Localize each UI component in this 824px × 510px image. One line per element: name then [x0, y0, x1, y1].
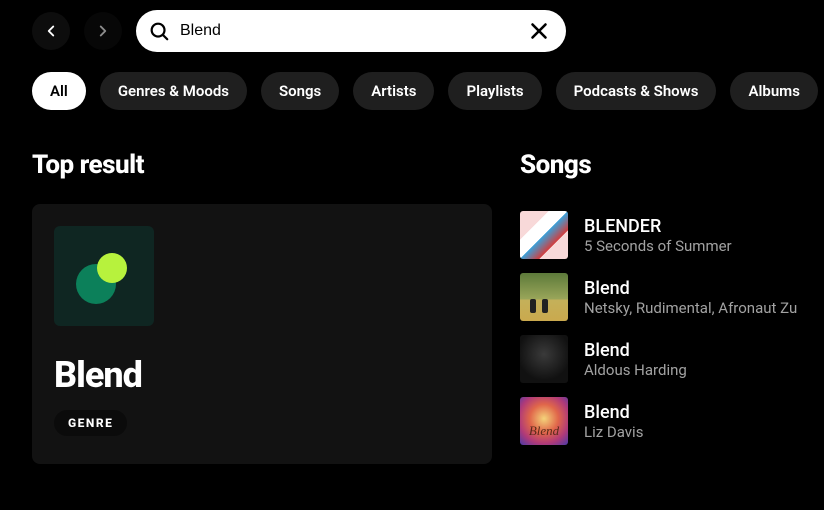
filter-chip-podcasts-shows[interactable]: Podcasts & Shows: [556, 72, 717, 110]
song-row[interactable]: Blend Blend Liz Davis: [520, 390, 824, 452]
song-title: Blend: [584, 402, 643, 423]
clear-search-icon[interactable]: [526, 18, 552, 44]
song-artwork: [520, 335, 568, 383]
top-result-card[interactable]: Blend GENRE: [32, 204, 492, 464]
song-artwork: [520, 273, 568, 321]
nav-forward-button[interactable]: [84, 12, 122, 50]
song-artist: Aldous Harding: [584, 361, 687, 379]
song-title: BLENDER: [584, 216, 732, 237]
song-artist: Liz Davis: [584, 423, 643, 441]
song-row[interactable]: Blend Netsky, Rudimental, Afronaut Zu: [520, 266, 824, 328]
song-artist: Netsky, Rudimental, Afronaut Zu: [584, 299, 797, 317]
top-result-heading: Top result: [32, 150, 492, 180]
top-result-tag: GENRE: [54, 410, 127, 436]
song-artwork: [520, 211, 568, 259]
chevron-right-icon: [94, 22, 112, 40]
song-artist: 5 Seconds of Summer: [584, 237, 732, 255]
song-row[interactable]: Blend Aldous Harding: [520, 328, 824, 390]
nav-back-button[interactable]: [32, 12, 70, 50]
filter-chip-all[interactable]: All: [32, 72, 86, 110]
top-result-artwork: [54, 226, 154, 326]
top-result-title: Blend: [54, 354, 470, 396]
song-artwork: Blend: [520, 397, 568, 445]
filter-chip-albums[interactable]: Albums: [730, 72, 817, 110]
filter-chip-songs[interactable]: Songs: [261, 72, 339, 110]
song-title: Blend: [584, 340, 687, 361]
songs-heading: Songs: [520, 150, 824, 180]
search-input[interactable]: [180, 22, 516, 40]
search-bar: [136, 10, 566, 52]
filter-chip-playlists[interactable]: Playlists: [448, 72, 541, 110]
blend-circles-icon: [54, 226, 154, 326]
search-icon: [148, 20, 170, 42]
filter-chip-genres-moods[interactable]: Genres & Moods: [100, 72, 247, 110]
filter-chip-artists[interactable]: Artists: [353, 72, 434, 110]
song-title: Blend: [584, 278, 797, 299]
chevron-left-icon: [42, 22, 60, 40]
song-row[interactable]: BLENDER 5 Seconds of Summer: [520, 204, 824, 266]
